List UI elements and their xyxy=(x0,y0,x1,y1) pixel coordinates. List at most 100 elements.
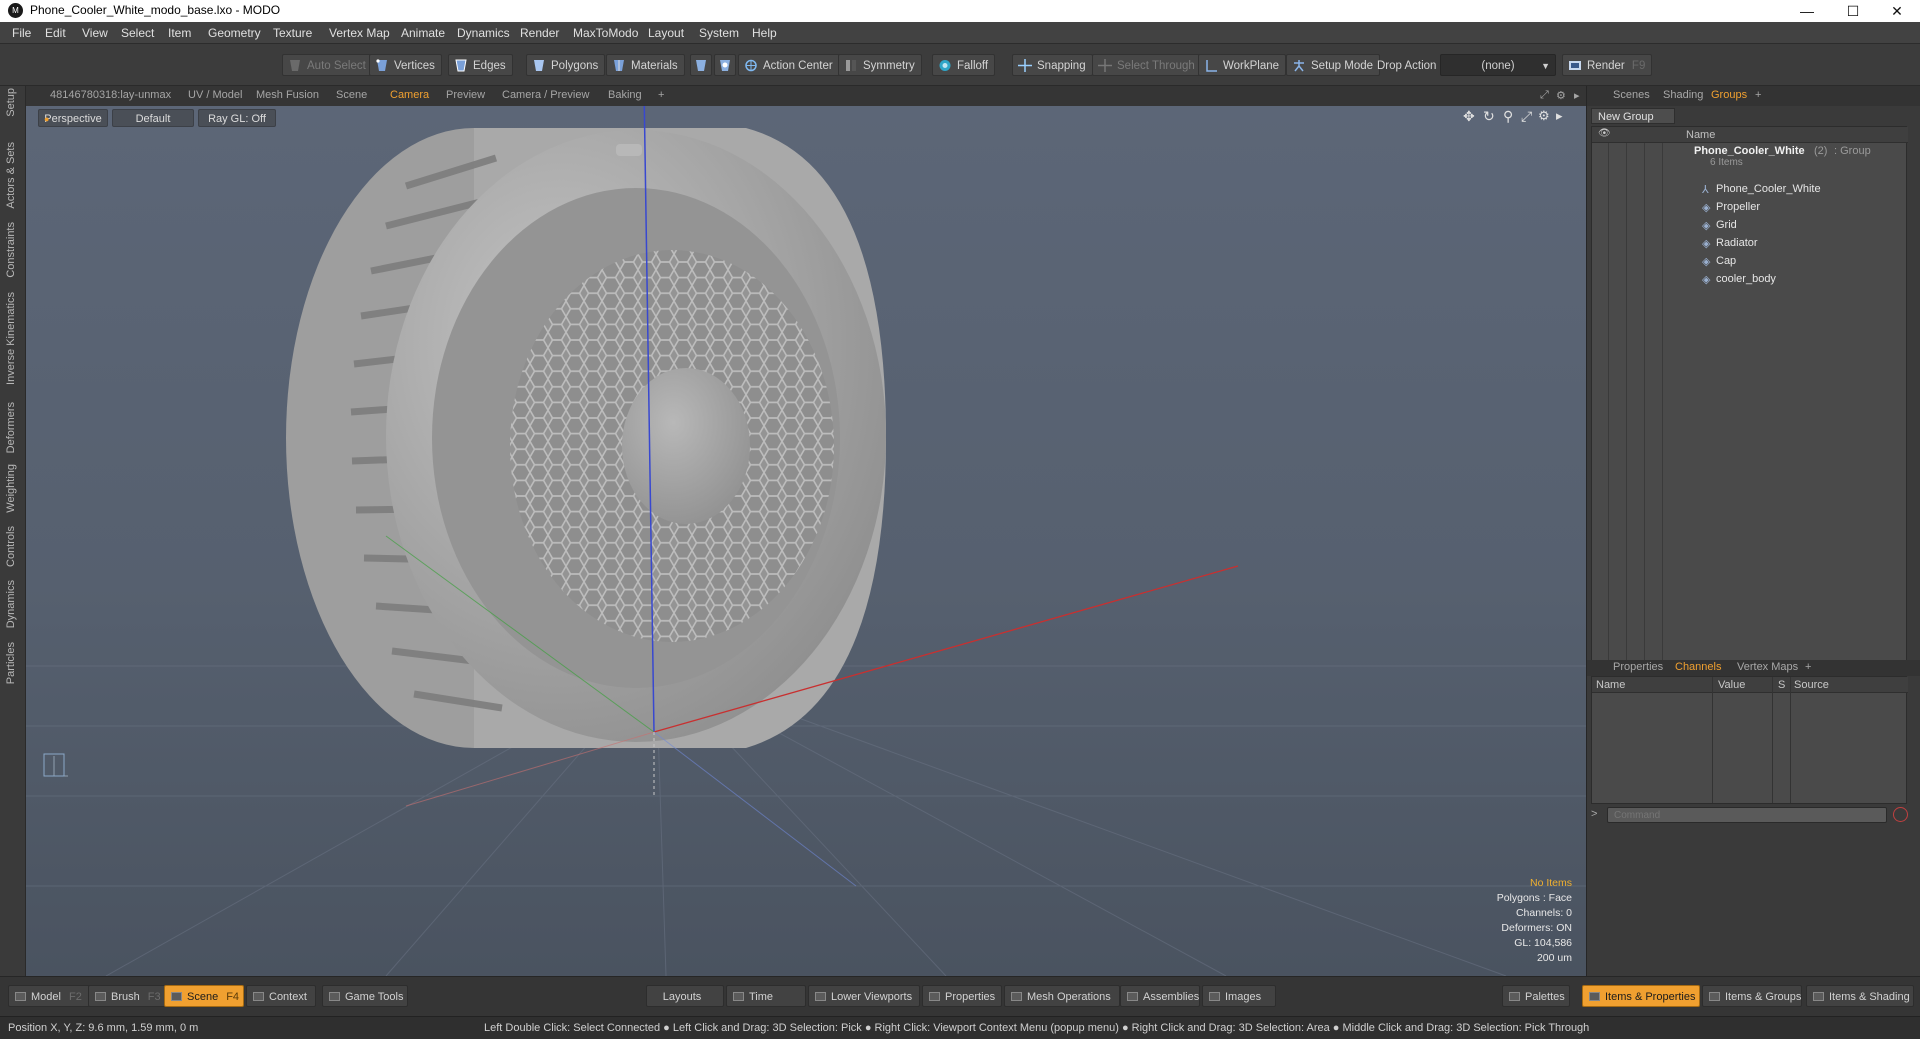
tab-camera[interactable]: Camera xyxy=(390,89,429,101)
list-item[interactable]: ◈ Radiator xyxy=(1592,237,1908,255)
tab-uv-model[interactable]: UV / Model xyxy=(188,89,242,101)
menu-layout[interactable]: Layout xyxy=(648,26,684,40)
materials-button[interactable]: Materials xyxy=(606,54,685,76)
col-name: Name xyxy=(1596,679,1626,691)
shading-dropdown[interactable]: Default xyxy=(112,109,194,127)
action-center-button[interactable]: Action Center xyxy=(738,54,840,76)
select-through-button[interactable]: Select Through xyxy=(1092,54,1202,76)
menu-dynamics[interactable]: Dynamics xyxy=(457,26,510,40)
model-layout-button[interactable]: Model F2 xyxy=(8,985,90,1007)
auto-select-button[interactable]: Auto Select xyxy=(282,54,373,76)
menu-geometry[interactable]: Geometry xyxy=(208,26,261,40)
vertices-button[interactable]: Vertices xyxy=(369,54,442,76)
items-properties-button[interactable]: Items & Properties xyxy=(1582,985,1700,1007)
tab-camera-preview[interactable]: Camera / Preview xyxy=(502,89,589,101)
tab-controls[interactable]: Controls xyxy=(5,526,17,567)
new-group-button[interactable]: New Group xyxy=(1591,108,1675,124)
menu-texture[interactable]: Texture xyxy=(273,26,312,40)
tab-weighting[interactable]: Weighting xyxy=(5,464,17,513)
assemblies-button[interactable]: Assemblies xyxy=(1120,985,1200,1007)
tab-scene[interactable]: Scene xyxy=(336,89,367,101)
falloff-button[interactable]: Falloff xyxy=(932,54,996,76)
list-item[interactable]: ◈ Cap xyxy=(1592,255,1908,273)
items-shading-button[interactable]: Items & Shading xyxy=(1806,985,1914,1007)
scene-layout-button[interactable]: Scene F4 xyxy=(164,985,244,1007)
add-tab-button[interactable]: + xyxy=(1755,89,1761,101)
menu-system[interactable]: System xyxy=(699,26,739,40)
list-item[interactable]: ⅄ Phone_Cooler_White xyxy=(1592,183,1908,201)
menu-edit[interactable]: Edit xyxy=(45,26,66,40)
tab-properties[interactable]: Properties xyxy=(1613,661,1663,673)
edges-button[interactable]: Edges xyxy=(448,54,513,76)
setup-mode-button[interactable]: Setup Mode xyxy=(1286,54,1381,76)
menu-vertex-map[interactable]: Vertex Map xyxy=(329,26,390,40)
tab-channels[interactable]: Channels xyxy=(1675,661,1721,673)
snapping-button[interactable]: Snapping xyxy=(1012,54,1093,76)
menu-select[interactable]: Select xyxy=(121,26,154,40)
tab-constraints[interactable]: Constraints xyxy=(5,222,17,278)
add-tab-button[interactable]: + xyxy=(658,89,664,101)
polygons-button[interactable]: Polygons xyxy=(526,54,606,76)
gear-icon[interactable]: ⚙ xyxy=(1556,89,1566,102)
menu-item[interactable]: Item xyxy=(168,26,191,40)
menu-maxtomodo[interactable]: MaxToModo xyxy=(573,26,638,40)
menu-file[interactable]: File xyxy=(12,26,31,40)
context-layout-button[interactable]: Context xyxy=(246,985,316,1007)
menu-help[interactable]: Help xyxy=(752,26,777,40)
zoom-icon[interactable]: ⚲ xyxy=(1503,108,1513,125)
tab-actors-sets[interactable]: Actors & Sets xyxy=(5,142,17,209)
tab-inverse-kinematics[interactable]: Inverse Kinematics xyxy=(5,292,17,385)
tab-mesh-fusion[interactable]: Mesh Fusion xyxy=(256,89,319,101)
items-groups-button[interactable]: Items & Groups xyxy=(1702,985,1802,1007)
tab-layout-unmax[interactable]: 48146780318:lay-unmax xyxy=(50,89,171,101)
tab-groups[interactable]: Groups xyxy=(1711,89,1747,101)
tab-baking[interactable]: Baking xyxy=(608,89,642,101)
rotate-icon[interactable]: ↻ xyxy=(1483,108,1495,125)
time-button[interactable]: Time xyxy=(726,985,806,1007)
maximize-viewport-icon[interactable]: ⤢ xyxy=(1540,89,1549,102)
tab-dynamics[interactable]: Dynamics xyxy=(5,580,17,628)
group-row[interactable]: Phone_Cooler_White (2) : Group 6 Items xyxy=(1592,145,1908,168)
tab-preview[interactable]: Preview xyxy=(446,89,485,101)
record-icon[interactable] xyxy=(1893,807,1908,822)
fit-view-icon[interactable]: ⤢ xyxy=(1521,108,1532,125)
layouts-button[interactable]: Layouts xyxy=(646,985,724,1007)
command-input[interactable] xyxy=(1607,807,1887,823)
close-button[interactable]: ✕ xyxy=(1874,0,1920,22)
chevron-right-icon[interactable]: ▸ xyxy=(1574,89,1580,102)
tab-shading[interactable]: Shading xyxy=(1663,89,1703,101)
viewport-menu-icon[interactable]: ▸ xyxy=(1556,108,1563,124)
menu-animate[interactable]: Animate xyxy=(401,26,445,40)
tab-scenes[interactable]: Scenes xyxy=(1613,89,1650,101)
list-item[interactable]: ◈ Propeller xyxy=(1592,201,1908,219)
palettes-button[interactable]: Palettes xyxy=(1502,985,1570,1007)
list-item[interactable]: ◈ cooler_body xyxy=(1592,273,1908,291)
3d-viewport[interactable]: ● Perspective Default Ray GL: Off ✥ ↻ ⚲ … xyxy=(26,106,1586,976)
symmetry-button[interactable]: Symmetry xyxy=(838,54,922,76)
pan-icon[interactable]: ✥ xyxy=(1463,108,1475,125)
render-button[interactable]: Render F9 xyxy=(1562,54,1653,76)
component-mode-2-button[interactable] xyxy=(714,54,736,76)
tab-deformers[interactable]: Deformers xyxy=(5,402,17,453)
game-tools-layout-button[interactable]: Game Tools xyxy=(322,985,408,1007)
drop-action-dropdown[interactable]: (none) ▼ xyxy=(1440,54,1556,76)
maximize-button[interactable]: ☐ xyxy=(1830,0,1876,22)
properties-button[interactable]: Properties xyxy=(922,985,1002,1007)
add-tab-button[interactable]: + xyxy=(1805,661,1811,673)
mesh-operations-button[interactable]: Mesh Operations xyxy=(1004,985,1120,1007)
tab-setup[interactable]: Setup xyxy=(5,88,17,117)
images-button[interactable]: Images xyxy=(1202,985,1276,1007)
list-item[interactable]: ◈ Grid xyxy=(1592,219,1908,237)
workplane-button[interactable]: WorkPlane xyxy=(1198,54,1287,76)
view-mode-dropdown[interactable]: ● Perspective xyxy=(38,109,108,127)
raygl-toggle[interactable]: Ray GL: Off xyxy=(198,109,276,127)
menu-render[interactable]: Render xyxy=(520,26,559,40)
menu-view[interactable]: View xyxy=(82,26,108,40)
tab-particles[interactable]: Particles xyxy=(5,642,17,684)
minimize-button[interactable]: — xyxy=(1784,0,1830,22)
tab-vertex-maps[interactable]: Vertex Maps xyxy=(1737,661,1798,673)
lower-viewports-button[interactable]: Lower Viewports xyxy=(808,985,920,1007)
component-mode-1-button[interactable] xyxy=(690,54,712,76)
viewport-settings-icon[interactable]: ⚙ xyxy=(1538,108,1550,124)
brush-layout-button[interactable]: Brush F3 xyxy=(88,985,166,1007)
